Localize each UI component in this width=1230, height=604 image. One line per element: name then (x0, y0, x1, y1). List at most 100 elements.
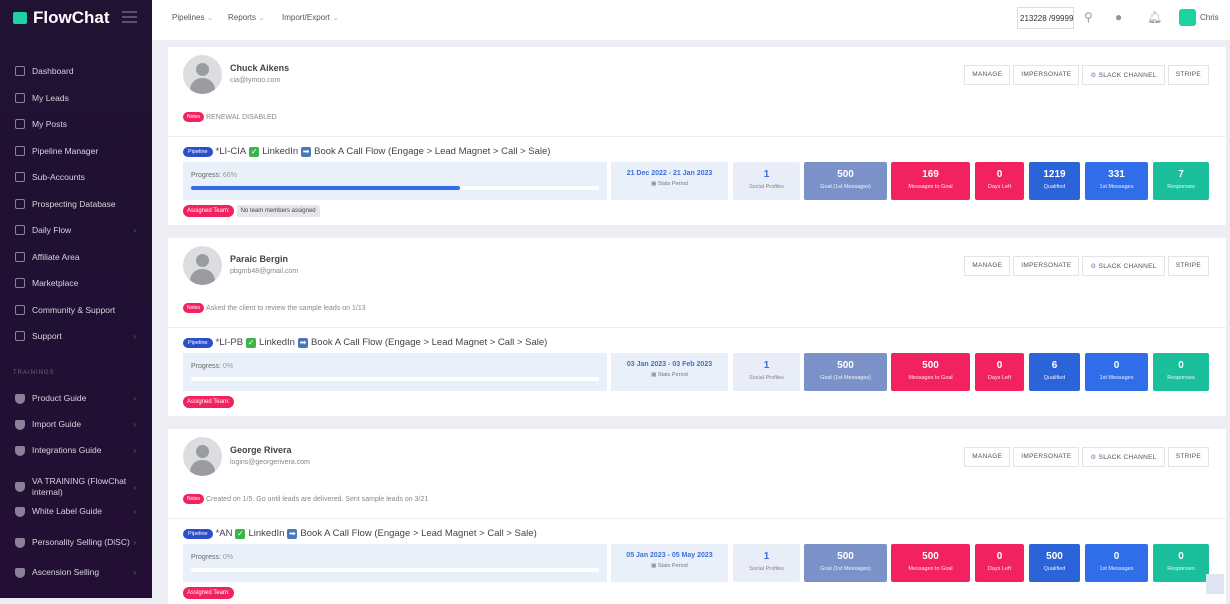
client-note: Asked the client to review the sample le… (206, 304, 366, 312)
bell-icon[interactable]: 🔔︎ (1147, 10, 1162, 24)
sidebar-training-item[interactable]: Integrations Guide › (0, 445, 140, 456)
stat-value: 500 (837, 360, 854, 371)
sidebar-training-item[interactable]: Import Guide › (0, 419, 140, 430)
slack-icon: ⚙ (1090, 263, 1099, 270)
arrow-right-icon: ➡ (301, 146, 312, 157)
sidebar-item-label: Personality Selling (DiSC) (32, 537, 130, 547)
slack-channel-button[interactable]: ⚙ SLACK CHANNEL (1082, 256, 1165, 276)
progress-panel: Progress: 0% (183, 544, 607, 582)
user-avatar[interactable] (1179, 9, 1196, 26)
menu-toggle-icon[interactable] (122, 11, 137, 23)
sidebar-item-prospecting-database[interactable]: Prospecting Database (0, 198, 152, 209)
sidebar-training-item[interactable]: Ascension Selling › (0, 567, 140, 578)
check-icon: ✓ (249, 146, 260, 157)
divider (168, 136, 1226, 137)
progress-value: 0% (222, 363, 234, 370)
sub-accounts-icon (15, 172, 25, 182)
help-icon[interactable]: ● (1115, 10, 1122, 24)
impersonate-button[interactable]: IMPERSONATE (1013, 65, 1080, 85)
brand-name: FlowChat (33, 8, 110, 27)
period-label: Stats Period (657, 563, 688, 569)
stat-label: Messages to Goal (908, 375, 953, 381)
client-card: George Rivera logins@georgerivera.com MA… (168, 429, 1226, 604)
search-icon[interactable]: ⚲ (1084, 10, 1093, 24)
stat-label: Qualified (1043, 184, 1066, 190)
stat-box: 6 Qualified (1029, 353, 1080, 391)
pipeline-channel: LinkedIn (248, 528, 285, 539)
sidebar-item-my-posts[interactable]: My Posts (0, 119, 152, 129)
stat-label: Qualified (1043, 375, 1066, 381)
sidebar-training-item[interactable]: Product Guide › (0, 393, 140, 404)
sidebar-item-label: My Leads (32, 92, 69, 103)
sidebar-item-sub-accounts[interactable]: Sub-Accounts (0, 172, 152, 182)
sidebar-item-affiliate-area[interactable]: Affiliate Area (0, 251, 152, 262)
client-name: Chuck Aikens (230, 63, 290, 73)
notes-badge: Notes (183, 303, 205, 313)
menu-pipelines[interactable]: Pipelines (172, 13, 213, 22)
chevron-right-icon: › (133, 446, 136, 455)
sidebar-item-dashboard[interactable]: Dashboard (0, 66, 152, 76)
slack-icon: ⚙ (1090, 454, 1099, 461)
stripe-button[interactable]: STRIPE (1167, 65, 1209, 85)
stat-value: 6 (1051, 360, 1058, 371)
sidebar-item-community-support[interactable]: Community & Support (0, 304, 152, 315)
logo[interactable]: FlowChat (13, 8, 110, 28)
trophy-icon (15, 567, 25, 578)
impersonate-button[interactable]: IMPERSONATE (1013, 447, 1080, 467)
stat-box: 500 Goal (1st Messages) (804, 544, 887, 582)
manage-button[interactable]: MANAGE (964, 256, 1011, 276)
scroll-to-top-button[interactable] (1206, 574, 1224, 594)
slack-channel-button[interactable]: ⚙ SLACK CHANNEL (1082, 65, 1165, 85)
stat-box: 0 Responses (1153, 353, 1209, 391)
stat-box: 1 Social Profiles (733, 162, 800, 200)
client-email: cia@tymoo.com (230, 77, 281, 84)
search-icon (15, 198, 25, 209)
pipeline-title[interactable]: Pipeline *LI-CIA ✓ LinkedIn ➡ Book A Call Flo… (183, 146, 550, 157)
pipeline-flow: Book A Call Flow (Engage > Lead Magnet >… (300, 528, 537, 539)
sidebar-item-pipeline-manager[interactable]: Pipeline Manager (0, 145, 152, 156)
sidebar-item-label: Support (32, 331, 62, 341)
stat-value: 500 (1046, 551, 1063, 562)
progress-bar (191, 568, 599, 572)
menu-reports[interactable]: Reports (228, 13, 265, 22)
sidebar-item-label: White Label Guide (32, 506, 102, 516)
stripe-button[interactable]: STRIPE (1167, 447, 1209, 467)
pipeline-title[interactable]: Pipeline *LI-PB ✓ LinkedIn ➡ Book A Call Flow… (183, 337, 547, 348)
impersonate-button[interactable]: IMPERSONATE (1013, 256, 1080, 276)
progress-label: Progress: (191, 172, 221, 179)
stat-value: 1 (763, 551, 770, 562)
client-card: Paraic Bergin pbgmb48@gmail.com MANAGE I… (168, 238, 1226, 416)
stat-box: 0 Days Left (975, 544, 1024, 582)
user-name[interactable]: Chris (1200, 13, 1219, 22)
pipeline-title[interactable]: Pipeline *AN ✓ LinkedIn ➡ Book A Call Flow (E… (183, 528, 537, 539)
sidebar-item-support[interactable]: Support › (0, 331, 152, 341)
stripe-button[interactable]: STRIPE (1167, 256, 1209, 276)
calendar-icon: ▦ (651, 181, 658, 187)
progress-value: 66% (222, 172, 237, 179)
progress-fill (191, 186, 461, 190)
sidebar-item-label: Prospecting Database (32, 198, 116, 209)
progress-value: 0% (222, 554, 234, 561)
menu-import-export[interactable]: Import/Export (282, 13, 339, 22)
search-input[interactable]: 213228 /99999 (1017, 7, 1074, 29)
divider (168, 327, 1226, 328)
check-icon: ✓ (235, 528, 246, 539)
sidebar-item-marketplace[interactable]: Marketplace (0, 278, 152, 288)
sidebar-item-daily-flow[interactable]: Daily Flow › (0, 225, 152, 235)
sidebar-training-item[interactable]: White Label Guide › (0, 506, 140, 517)
client-note: Created on 1/5. Go until leads are deliv… (206, 495, 429, 503)
sidebar: FlowChat Dashboard My Leads My Posts Pipeli… (0, 0, 152, 598)
slack-channel-button[interactable]: ⚙ SLACK CHANNEL (1082, 447, 1165, 467)
sidebar-item-label: My Posts (32, 119, 67, 129)
manage-button[interactable]: MANAGE (964, 65, 1011, 85)
stat-value: 0 (1178, 360, 1184, 371)
client-email: logins@georgerivera.com (230, 459, 310, 466)
sidebar-training-item[interactable]: VA TRAINING (FlowChat internal) › (0, 476, 140, 498)
sidebar-item-my-leads[interactable]: My Leads (0, 92, 152, 103)
stat-value: 331 (1108, 169, 1125, 180)
stats-period: 21 Dec 2022 - 21 Jan 2023 ▦ Stats Period (611, 162, 728, 200)
sidebar-training-item[interactable]: Personality Selling (DiSC) › (0, 537, 140, 548)
manage-button[interactable]: MANAGE (964, 447, 1011, 467)
stat-value: 0 (1113, 551, 1120, 562)
assigned-team-badge: Assigned Team: (183, 396, 234, 408)
